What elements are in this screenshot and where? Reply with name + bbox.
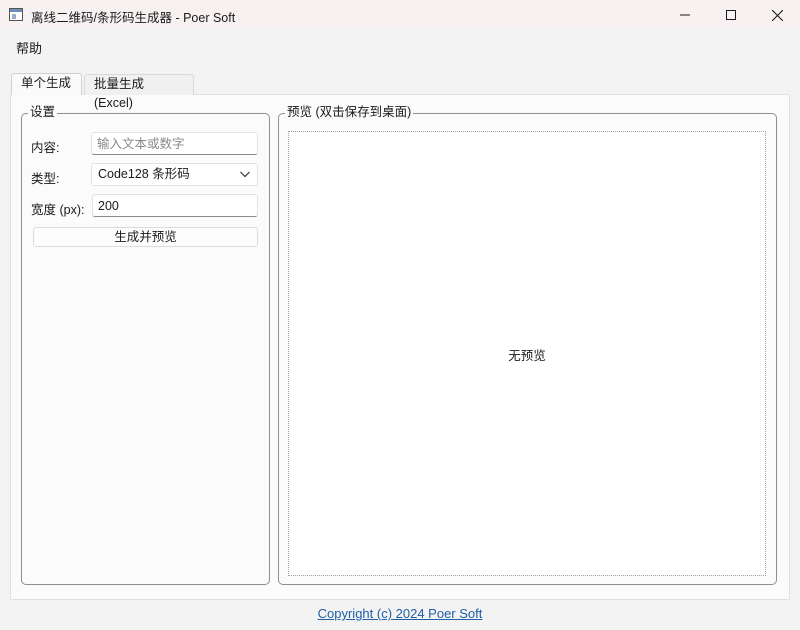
tab-single-generate[interactable]: 单个生成 [11, 73, 82, 95]
type-select-value: Code128 条形码 [98, 167, 190, 181]
width-input[interactable] [92, 194, 258, 217]
content-label: 内容: [31, 141, 60, 155]
preview-group-title: 预览 (双击保存到桌面) [285, 104, 414, 120]
width-label: 宽度 (px): [31, 203, 85, 217]
minimize-icon [680, 14, 690, 16]
settings-group-title: 设置 [28, 104, 58, 120]
no-preview-text: 无预览 [508, 349, 546, 363]
copyright-link[interactable]: Copyright (c) 2024 Poer Soft [0, 606, 800, 621]
close-button[interactable] [754, 0, 800, 30]
menu-item-help[interactable]: 帮助 [16, 38, 42, 57]
type-select[interactable]: Code128 条形码 [91, 163, 258, 186]
minimize-button[interactable] [662, 0, 708, 30]
tab-batch-generate[interactable]: 批量生成 (Excel) [84, 74, 194, 110]
chevron-down-icon [240, 171, 250, 178]
window-title: 离线二维码/条形码生成器 - Poer Soft [31, 11, 236, 25]
content-input[interactable] [91, 132, 258, 155]
maximize-icon [726, 10, 736, 20]
preview-area[interactable]: 无预览 [288, 131, 766, 576]
close-icon [771, 9, 783, 21]
maximize-button[interactable] [708, 0, 754, 30]
generate-preview-button[interactable]: 生成并预览 [33, 227, 258, 247]
menu-bar: 帮助 [0, 30, 800, 60]
app-icon [9, 8, 23, 21]
title-bar: 离线二维码/条形码生成器 - Poer Soft [0, 0, 800, 30]
type-label: 类型: [31, 172, 60, 186]
